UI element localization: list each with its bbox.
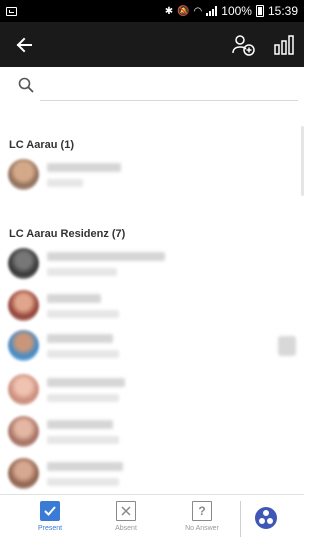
add-person-button[interactable] xyxy=(228,22,258,67)
member-name-redacted xyxy=(47,163,121,172)
member-sub-redacted xyxy=(47,394,119,402)
battery-percent: 100% xyxy=(221,4,252,18)
app-bar xyxy=(0,22,304,67)
member-name-redacted xyxy=(47,252,165,261)
member-name-redacted xyxy=(47,334,113,343)
status-bar: ✱ 🔕 ◠ 100% 15:39 xyxy=(0,0,304,22)
battery-icon xyxy=(255,5,264,17)
back-button[interactable] xyxy=(10,22,38,67)
search-icon xyxy=(18,77,34,93)
avatar xyxy=(8,290,39,321)
list-item[interactable] xyxy=(0,157,304,197)
member-name-redacted xyxy=(47,462,123,471)
wifi-icon: ◠ xyxy=(193,5,203,17)
divider xyxy=(240,501,241,537)
member-sub-redacted xyxy=(47,436,119,444)
tab-no-answer-label: No Answer xyxy=(185,525,219,532)
search-input[interactable] xyxy=(40,75,298,101)
avatar xyxy=(8,416,39,447)
group-action-button[interactable] xyxy=(255,507,277,529)
group-header-lc-aarau-residenz: LC Aarau Residenz (7) xyxy=(9,228,126,240)
tab-absent[interactable]: Absent xyxy=(91,495,161,541)
person-add-icon xyxy=(232,34,255,56)
list-item[interactable] xyxy=(0,246,304,286)
tab-present-label: Present xyxy=(37,525,63,532)
mute-icon: 🔕 xyxy=(177,5,190,17)
tab-absent-label: Absent xyxy=(115,525,137,532)
member-sub-redacted xyxy=(47,350,119,358)
tab-no-answer[interactable]: ? No Answer xyxy=(167,495,237,541)
clock: 15:39 xyxy=(267,4,298,18)
avatar xyxy=(8,248,39,279)
member-name-redacted xyxy=(47,294,101,303)
member-sub-redacted xyxy=(47,179,83,187)
statistics-button[interactable] xyxy=(270,22,298,67)
member-sub-redacted xyxy=(47,268,117,276)
bottom-bar: Present Absent ? No Answer xyxy=(0,494,304,541)
checkbox-checked-icon xyxy=(40,501,60,521)
avatar xyxy=(8,374,39,405)
notification-icon xyxy=(6,6,17,16)
list-item[interactable] xyxy=(0,456,304,496)
tab-present[interactable]: Present xyxy=(15,495,85,541)
list-item[interactable] xyxy=(0,328,304,368)
avatar xyxy=(8,330,39,361)
x-box-icon xyxy=(116,501,136,521)
member-badge-redacted xyxy=(278,336,296,356)
group-header-lc-aarau: LC Aarau (1) xyxy=(9,139,74,151)
bluetooth-icon: ✱ xyxy=(164,5,174,17)
member-sub-redacted xyxy=(47,310,119,318)
question-box-icon: ? xyxy=(192,501,212,521)
list-item[interactable] xyxy=(0,372,304,412)
member-sub-redacted xyxy=(47,478,119,486)
search-row xyxy=(0,67,304,107)
list-item[interactable] xyxy=(0,288,304,328)
signal-icon xyxy=(206,6,218,16)
avatar xyxy=(8,159,39,190)
bar-chart-icon xyxy=(274,34,294,55)
avatar xyxy=(8,458,39,489)
arrow-left-icon xyxy=(16,37,32,52)
member-name-redacted xyxy=(47,420,113,429)
member-name-redacted xyxy=(47,378,125,387)
list-item[interactable] xyxy=(0,414,304,454)
